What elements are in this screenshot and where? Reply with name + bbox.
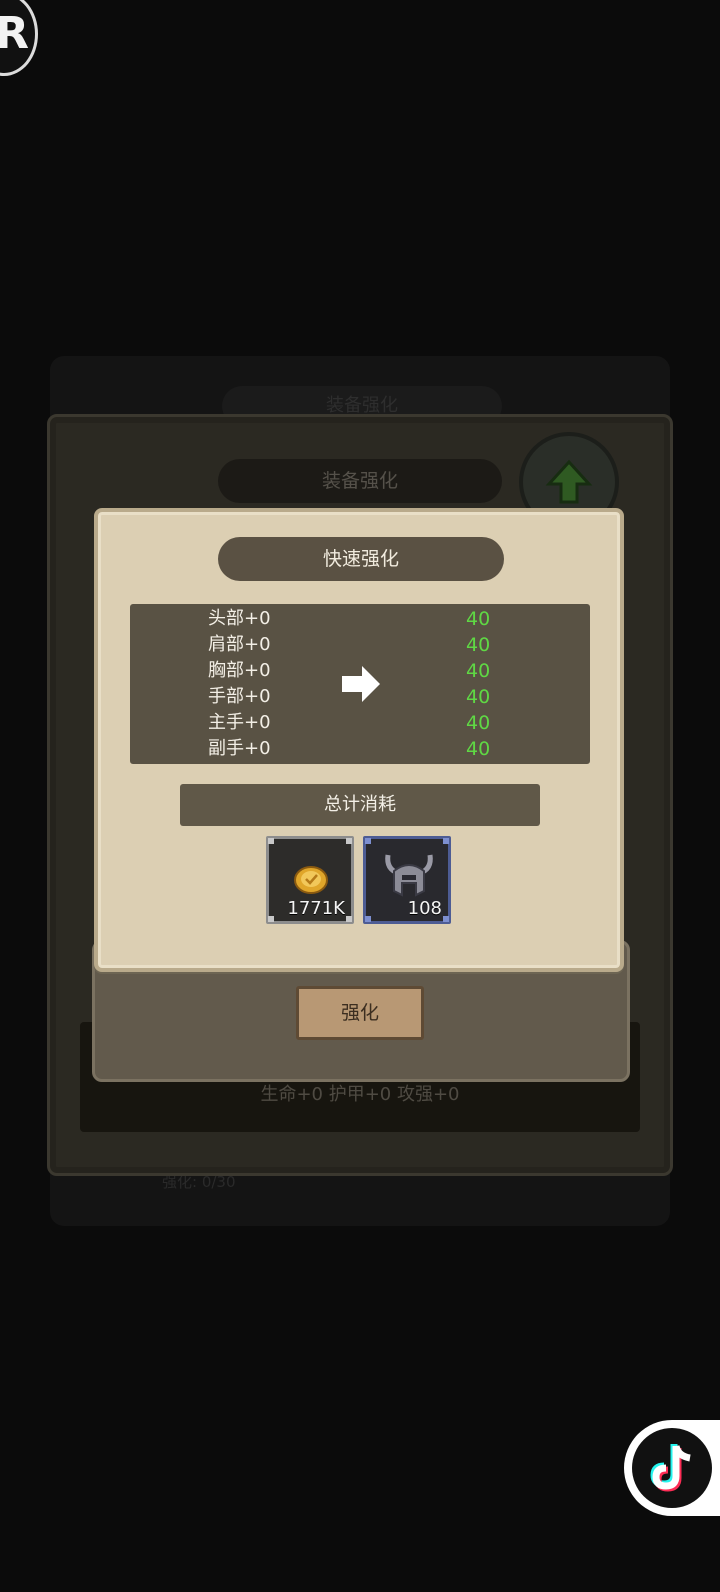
list-item-shoulder: 肩部+0 xyxy=(208,634,271,655)
equipment-panel-title: 装备强化 xyxy=(218,459,502,503)
gold-coin-icon xyxy=(294,866,328,894)
list-item-chest: 胸部+0 xyxy=(208,660,271,681)
list-item-off-hand: 副手+0 xyxy=(208,738,271,759)
gold-cost-amount: 1771K xyxy=(287,898,345,919)
list-value-head: 40 xyxy=(466,608,491,630)
list-value-shoulder: 40 xyxy=(466,634,491,656)
up-arrow-icon xyxy=(545,459,593,504)
list-item-head: 头部+0 xyxy=(208,608,271,629)
total-cost-header: 总计消耗 xyxy=(180,784,540,826)
r-logo: R xyxy=(0,0,38,76)
list-item-main-hand: 主手+0 xyxy=(208,712,271,733)
tiktok-logo-icon xyxy=(632,1428,712,1508)
helmet-cost-slot: 108 xyxy=(363,836,451,924)
list-value-off-hand: 40 xyxy=(466,738,491,760)
stats-text: 生命+0 护甲+0 攻强+0 xyxy=(260,1084,460,1105)
dialog-title: 快速强化 xyxy=(218,537,504,581)
horned-helmet-icon xyxy=(385,854,433,897)
list-value-hands: 40 xyxy=(466,686,491,708)
list-value-chest: 40 xyxy=(466,660,491,682)
right-arrow-icon xyxy=(342,666,380,702)
upgrade-confirm-button[interactable]: 强化 xyxy=(296,986,424,1040)
list-value-main-hand: 40 xyxy=(466,712,491,734)
list-item-hands: 手部+0 xyxy=(208,686,271,707)
helmet-cost-amount: 108 xyxy=(407,898,442,919)
gold-cost-slot: 1771K xyxy=(266,836,354,924)
